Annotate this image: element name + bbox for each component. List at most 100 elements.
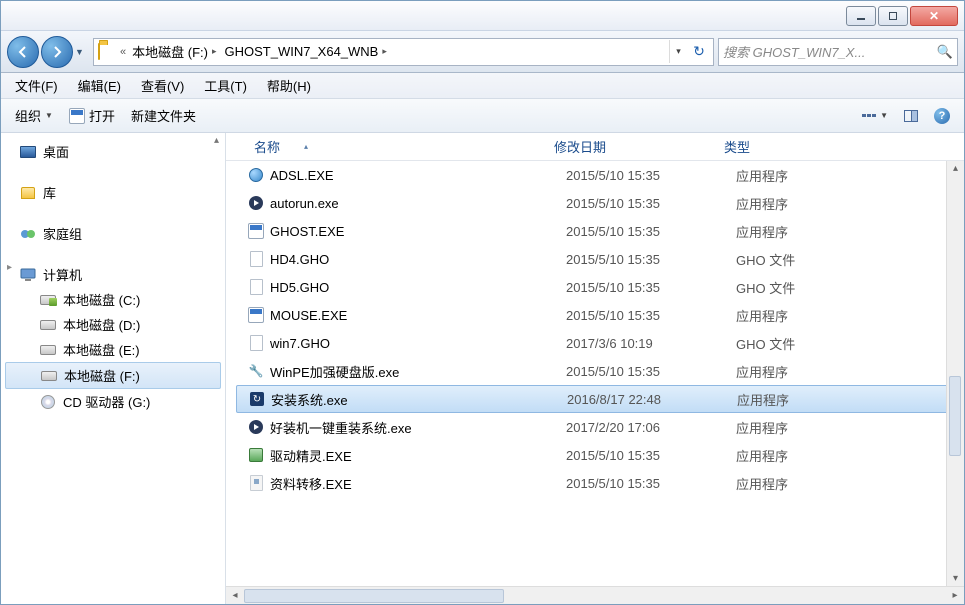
file-row[interactable]: ↻安装系统.exe2016/8/17 22:48应用程序 xyxy=(236,385,958,413)
scroll-right-icon[interactable]: ▸ xyxy=(946,590,964,601)
close-button[interactable]: ✕ xyxy=(910,6,958,26)
homegroup-icon xyxy=(19,226,37,242)
navigation-pane: ▴ 桌面 库 家庭组 xyxy=(1,133,226,604)
file-date: 2015/5/10 15:35 xyxy=(566,224,736,239)
file-row[interactable]: ADSL.EXE2015/5/10 15:35应用程序 xyxy=(226,161,964,189)
history-dropdown[interactable]: ▼ xyxy=(75,47,89,57)
menu-edit[interactable]: 编辑(E) xyxy=(68,73,131,98)
expand-toggle[interactable]: ▸ xyxy=(7,262,19,273)
file-date: 2015/5/10 15:35 xyxy=(566,280,736,295)
views-icon xyxy=(862,114,876,117)
scroll-down-icon[interactable]: ▾ xyxy=(951,571,960,586)
file-type: GHO 文件 xyxy=(736,334,856,353)
help-icon: ? xyxy=(934,108,950,124)
file-date: 2015/5/10 15:35 xyxy=(566,168,736,183)
breadcrumb-seg-drive[interactable]: 本地磁盘 (F:)▸ xyxy=(130,40,222,63)
breadcrumb-dropdown[interactable]: ▾ xyxy=(669,40,687,63)
drive-icon xyxy=(40,368,58,384)
help-button[interactable]: ? xyxy=(926,104,958,128)
tree-drive-e[interactable]: 本地磁盘 (E:) xyxy=(1,337,225,362)
titlebar: ✕ xyxy=(1,1,964,31)
file-date: 2015/5/10 15:35 xyxy=(566,252,736,267)
arrow-right-icon xyxy=(50,45,64,59)
tree-drive-c[interactable]: 本地磁盘 (C:) xyxy=(1,287,225,312)
breadcrumb[interactable]: « 本地磁盘 (F:)▸ GHOST_WIN7_X64_WNB▸ ▾ ↻ xyxy=(93,38,714,66)
file-row[interactable]: 🔧WinPE加强硬盘版.exe2015/5/10 15:35应用程序 xyxy=(226,357,964,385)
file-row[interactable]: 驱动精灵.EXE2015/5/10 15:35应用程序 xyxy=(226,441,964,469)
open-button[interactable]: 打开 xyxy=(61,102,123,129)
file-list: ADSL.EXE2015/5/10 15:35应用程序autorun.exe20… xyxy=(226,161,964,586)
menu-view[interactable]: 查看(V) xyxy=(131,73,194,98)
file-name: HD5.GHO xyxy=(270,280,566,295)
preview-pane-button[interactable] xyxy=(896,106,926,126)
file-row[interactable]: GHOST.EXE2015/5/10 15:35应用程序 xyxy=(226,217,964,245)
organize-button[interactable]: 组织 ▼ xyxy=(7,102,61,129)
file-type: 应用程序 xyxy=(736,222,856,241)
vertical-scrollbar[interactable]: ▴ ▾ xyxy=(946,161,964,586)
menu-tools[interactable]: 工具(T) xyxy=(194,73,257,98)
scroll-left-icon[interactable]: ◂ xyxy=(226,590,244,601)
chevron-down-icon: ▼ xyxy=(45,111,53,120)
file-type: 应用程序 xyxy=(736,306,856,325)
cd-drive-icon xyxy=(39,394,57,410)
search-input[interactable]: 搜索 GHOST_WIN7_X... 🔍 xyxy=(718,38,958,66)
file-type: 应用程序 xyxy=(737,390,857,409)
tree-drive-g[interactable]: CD 驱动器 (G:) xyxy=(1,389,225,414)
file-date: 2015/5/10 15:35 xyxy=(566,364,736,379)
file-row[interactable]: 资料转移.EXE2015/5/10 15:35应用程序 xyxy=(226,469,964,497)
column-type[interactable]: 类型 xyxy=(716,133,836,160)
file-row[interactable]: HD4.GHO2015/5/10 15:35GHO 文件 xyxy=(226,245,964,273)
file-row[interactable]: MOUSE.EXE2015/5/10 15:35应用程序 xyxy=(226,301,964,329)
horizontal-scrollbar[interactable]: ◂ ▸ xyxy=(226,586,964,604)
chevron-right-icon: ▸ xyxy=(212,46,217,57)
tree-desktop[interactable]: 桌面 xyxy=(1,139,225,164)
tree-homegroup[interactable]: 家庭组 xyxy=(1,221,225,246)
search-icon[interactable]: 🔍 xyxy=(937,44,953,60)
column-date[interactable]: 修改日期 xyxy=(546,133,716,160)
folder-icon xyxy=(98,44,116,60)
file-type-icon: 🔧 xyxy=(246,362,266,380)
tree-computer[interactable]: 计算机 xyxy=(1,262,225,287)
scrollbar-thumb[interactable] xyxy=(949,376,961,456)
scrollbar-thumb[interactable] xyxy=(244,589,504,603)
scroll-up-icon[interactable]: ▴ xyxy=(951,161,960,176)
column-name[interactable]: 名称 ▴ xyxy=(246,133,546,160)
forward-button[interactable] xyxy=(41,36,73,68)
scroll-up-icon[interactable]: ▴ xyxy=(214,135,219,146)
file-type: 应用程序 xyxy=(736,362,856,381)
file-date: 2015/5/10 15:35 xyxy=(566,476,736,491)
file-row[interactable]: 好装机一键重装系统.exe2017/2/20 17:06应用程序 xyxy=(226,413,964,441)
file-type-icon xyxy=(246,474,266,492)
refresh-button[interactable]: ↻ xyxy=(687,43,711,60)
back-button[interactable] xyxy=(7,36,39,68)
minimize-button[interactable] xyxy=(846,6,876,26)
file-list-pane: 名称 ▴ 修改日期 类型 ADSL.EXE2015/5/10 15:35应用程序… xyxy=(226,133,964,604)
new-folder-button[interactable]: 新建文件夹 xyxy=(123,102,204,129)
file-type-icon xyxy=(246,278,266,296)
views-button[interactable]: ▼ xyxy=(854,107,896,124)
file-type-icon xyxy=(246,222,266,240)
file-type: 应用程序 xyxy=(736,166,856,185)
file-date: 2017/3/6 10:19 xyxy=(566,336,736,351)
file-name: 资料转移.EXE xyxy=(270,474,566,493)
drive-icon xyxy=(39,292,57,308)
explorer-window: ✕ ▼ « 本地磁盘 (F:)▸ GHOST_WIN7_X64_WNB▸ ▾ ↻… xyxy=(0,0,965,605)
command-bar: 组织 ▼ 打开 新建文件夹 ▼ ? xyxy=(1,99,964,133)
file-row[interactable]: win7.GHO2017/3/6 10:19GHO 文件 xyxy=(226,329,964,357)
menu-help[interactable]: 帮助(H) xyxy=(257,73,321,98)
maximize-button[interactable] xyxy=(878,6,908,26)
menu-file[interactable]: 文件(F) xyxy=(5,73,68,98)
file-row[interactable]: autorun.exe2015/5/10 15:35应用程序 xyxy=(226,189,964,217)
file-row[interactable]: HD5.GHO2015/5/10 15:35GHO 文件 xyxy=(226,273,964,301)
file-type-icon xyxy=(246,334,266,352)
file-type: GHO 文件 xyxy=(736,278,856,297)
breadcrumb-seg-folder[interactable]: GHOST_WIN7_X64_WNB▸ xyxy=(222,42,392,61)
minimize-icon xyxy=(857,18,865,20)
file-date: 2015/5/10 15:35 xyxy=(566,448,736,463)
file-type-icon xyxy=(246,446,266,464)
tree-drive-f[interactable]: 本地磁盘 (F:) xyxy=(5,362,221,389)
tree-libraries[interactable]: 库 xyxy=(1,180,225,205)
tree-drive-d[interactable]: 本地磁盘 (D:) xyxy=(1,312,225,337)
navigation-bar: ▼ « 本地磁盘 (F:)▸ GHOST_WIN7_X64_WNB▸ ▾ ↻ 搜… xyxy=(1,31,964,73)
preview-pane-icon xyxy=(904,110,918,122)
